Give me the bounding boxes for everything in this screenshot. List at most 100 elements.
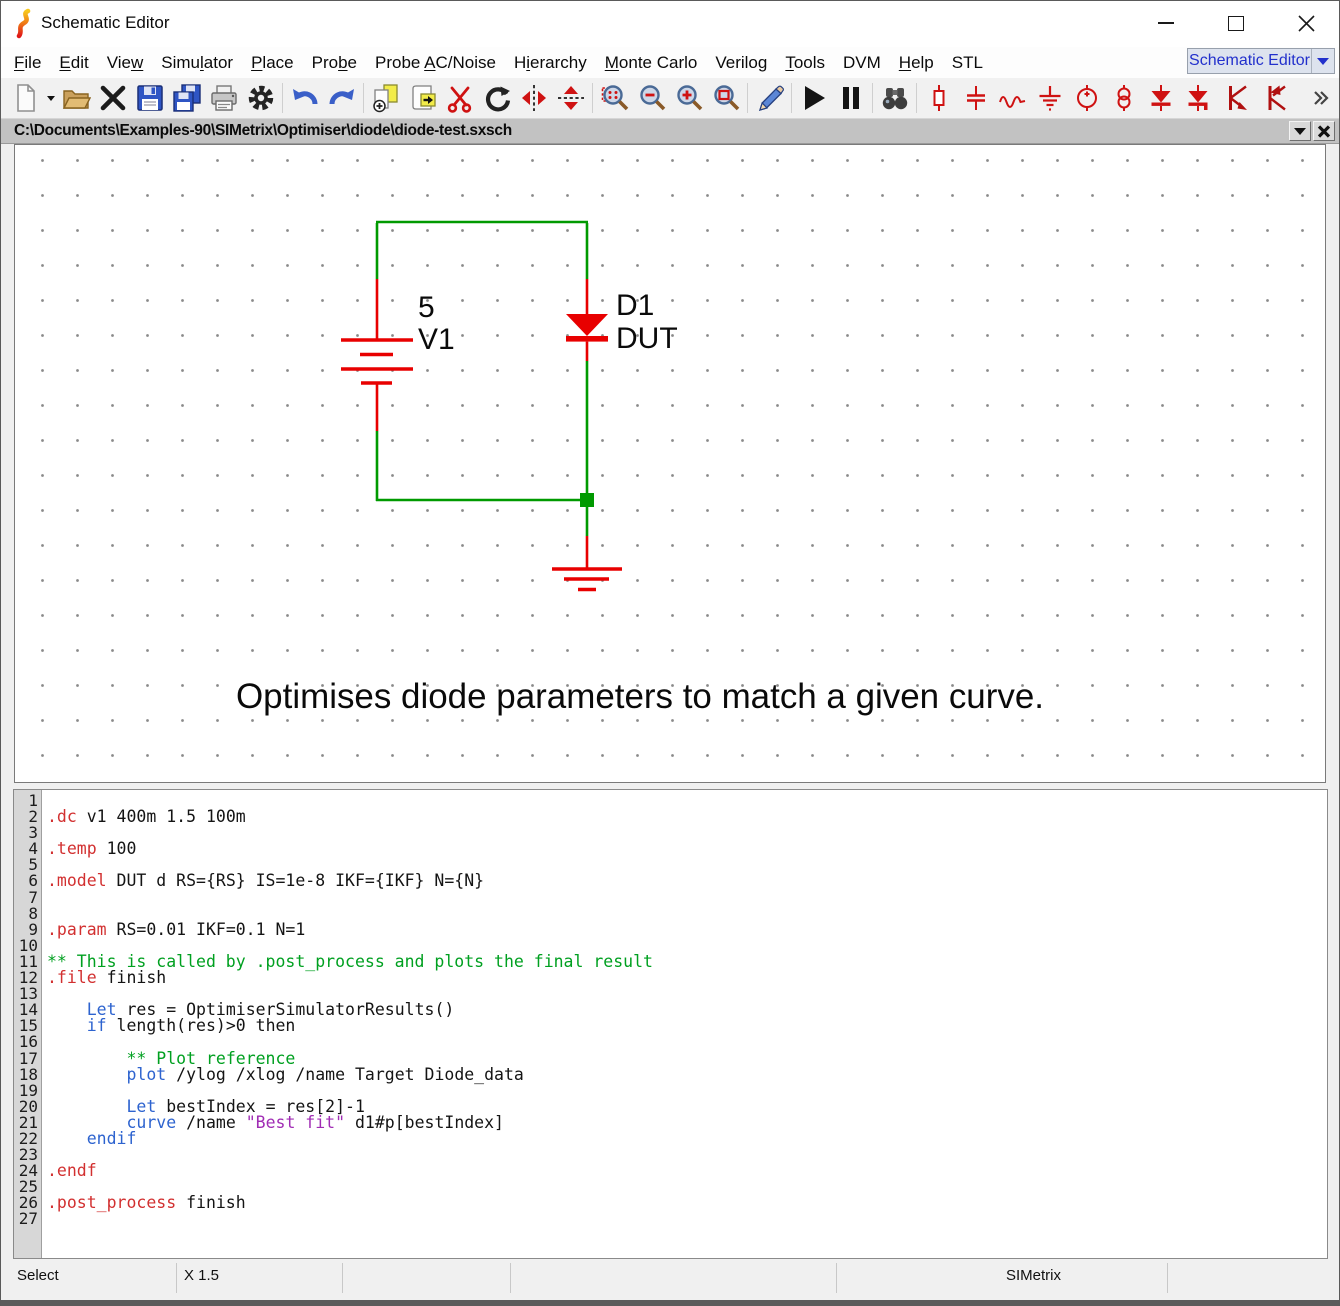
code-line[interactable]: .dc v1 400m 1.5 100m [47,809,1327,825]
menu-view[interactable]: View [98,53,153,73]
jfet-p-button[interactable] [1253,80,1290,117]
settings-gear-button[interactable] [242,80,279,117]
paste-button[interactable] [404,80,441,117]
open-folder-button[interactable] [57,80,94,117]
jfet-n-button[interactable] [1216,80,1253,117]
toolbar [1,78,1339,119]
code-token: 100 [97,839,137,858]
flip-vertical-button[interactable] [552,80,589,117]
pause-button[interactable] [832,80,869,117]
close-button[interactable] [1283,7,1329,39]
menu-monte-carlo[interactable]: Monte Carlo [596,53,707,73]
code-line[interactable]: plot /ylog /xlog /name Target Diode_data [47,1067,1327,1083]
menu-edit[interactable]: Edit [50,53,97,73]
menu-help[interactable]: Help [890,53,943,73]
annotate-pencil-button[interactable] [751,80,788,117]
code-token: if [87,1016,107,1035]
voltage-source-button[interactable] [1068,80,1105,117]
code-line[interactable]: endif [47,1131,1327,1147]
menu-verilog[interactable]: Verilog [706,53,776,73]
code-token: v1 400m 1.5 100m [77,807,246,826]
menu-file[interactable]: File [5,53,50,73]
ground-symbol[interactable] [552,536,622,590]
code-line[interactable] [47,890,1327,906]
flip-horizontal-button[interactable] [515,80,552,117]
inductor-button[interactable] [994,80,1031,117]
diode-d1[interactable] [566,279,608,361]
code-line[interactable]: .post_process finish [47,1195,1327,1211]
cut-button[interactable] [441,80,478,117]
code-line[interactable] [47,1147,1327,1163]
new-file-arrow-button[interactable] [44,80,57,117]
undo-button[interactable] [286,80,323,117]
diode-bar [566,336,608,342]
sheet-dropdown-button[interactable] [1289,121,1311,141]
code-token: /ylog /xlog /name Target Diode_data [166,1065,524,1084]
menu-probe[interactable]: Probe [303,53,366,73]
code-line[interactable] [47,1211,1327,1227]
save-button[interactable] [131,80,168,117]
menu-simulator[interactable]: Simulator [152,53,242,73]
path-bar: C:\Documents\Examples-90\SIMetrix\Optimi… [1,119,1339,144]
code-line[interactable]: ** This is called by .post_process and p… [47,954,1327,970]
inductor-icon [998,83,1028,113]
v1-value-label[interactable]: 5 [418,291,435,324]
code-token [47,1065,126,1084]
find-binoculars-button[interactable] [876,80,913,117]
zoom-area-button[interactable] [707,80,744,117]
schematic-canvas[interactable]: 5 V1 D1 DUT Optimises diode parameters t… [14,144,1326,783]
voltage-source-v1[interactable] [341,279,413,431]
copy-button[interactable] [367,80,404,117]
close-file-button[interactable] [94,80,131,117]
run-button[interactable] [795,80,832,117]
menu-tools[interactable]: Tools [776,53,834,73]
sheet-close-button[interactable] [1313,121,1335,141]
menu-stl[interactable]: STL [943,53,992,73]
print-button[interactable] [205,80,242,117]
selector-dropdown-button[interactable] [1311,49,1334,73]
menu-probe-ac-noise[interactable]: Probe AC/Noise [366,53,505,73]
netlist-panel[interactable]: 1234567891011121314151617181920212223242… [13,789,1328,1259]
code-line[interactable] [47,825,1327,841]
rotate-button[interactable] [478,80,515,117]
resistor-button[interactable] [920,80,957,117]
code-line[interactable]: .endf [47,1163,1327,1179]
code-line[interactable]: curve /name "Best fit" d1#p[bestIndex] [47,1115,1327,1131]
jfet-p-icon [1257,83,1287,113]
minimize-button[interactable] [1143,7,1189,39]
ground-button[interactable] [1031,80,1068,117]
new-file-button[interactable] [7,80,44,117]
d1-ref-label[interactable]: D1 [616,289,654,322]
zoom-out-icon [637,83,667,113]
capacitor-button[interactable] [957,80,994,117]
zoom-out-button[interactable] [633,80,670,117]
close-file-icon [98,83,128,113]
editor-mode-selector[interactable]: Schematic Editor [1187,48,1335,74]
redo-button[interactable] [323,80,360,117]
code-token [47,1016,87,1035]
code-line[interactable]: .model DUT d RS={RS} IS=1e-8 IKF={IKF} N… [47,873,1327,889]
current-source-button[interactable] [1105,80,1142,117]
code-line[interactable]: .temp 100 [47,841,1327,857]
wires[interactable] [376,222,588,536]
title-bar: Schematic Editor [1,1,1339,47]
netlist-code[interactable]: .dc v1 400m 1.5 100m .temp 100 .model DUT … [42,790,1327,1258]
zener-diode-button[interactable] [1179,80,1216,117]
v1-ref-label[interactable]: V1 [418,323,455,356]
wire-junction[interactable] [580,493,594,507]
overflow-chevrons-button[interactable] [1300,80,1337,117]
maximize-button[interactable] [1213,7,1259,39]
code-line[interactable]: .file finish [47,970,1327,986]
schematic-caption[interactable]: Optimises diode parameters to match a gi… [236,677,1044,716]
menu-hierarchy[interactable]: Hierarchy [505,53,596,73]
d1-model-label[interactable]: DUT [616,322,678,355]
menu-place[interactable]: Place [242,53,303,73]
code-line[interactable]: .param RS=0.01 IKF=0.1 N=1 [47,922,1327,938]
code-line[interactable]: if length(res)>0 then [47,1018,1327,1034]
toolbar-separator [747,83,748,113]
menu-dvm[interactable]: DVM [834,53,890,73]
save-all-button[interactable] [168,80,205,117]
zoom-fit-button[interactable] [596,80,633,117]
diode-button[interactable] [1142,80,1179,117]
zoom-in-button[interactable] [670,80,707,117]
